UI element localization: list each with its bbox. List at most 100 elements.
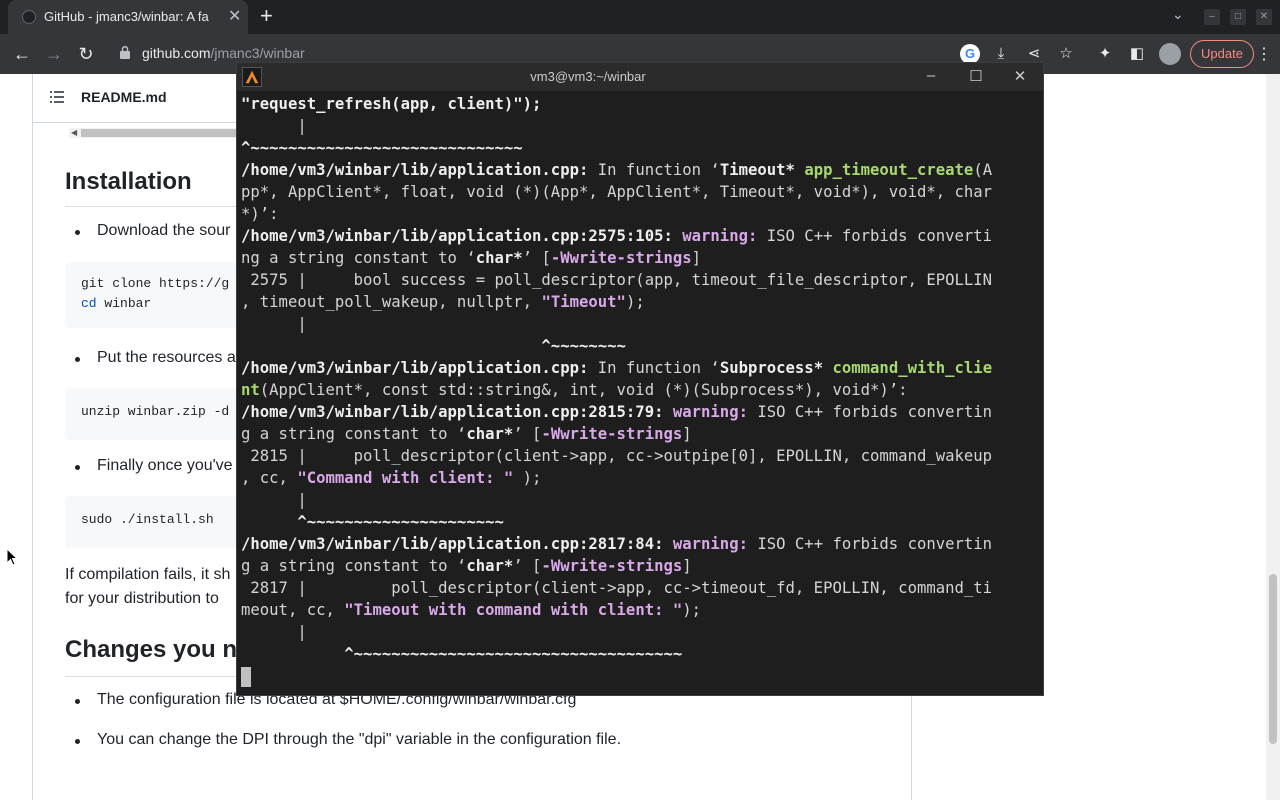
reload-icon[interactable]: ↻ bbox=[74, 42, 98, 66]
code-line: sudo ./install.sh bbox=[81, 512, 214, 527]
terminal-window[interactable]: vm3@vm3:~/winbar – ☐ ✕ "request_refresh(… bbox=[236, 62, 1044, 696]
scroll-left-arrow-icon[interactable]: ◀ bbox=[71, 128, 77, 137]
terminal-line: ^~~~~~~~~~~~~~~~~~~~~~ bbox=[241, 511, 1041, 533]
address-bar[interactable]: github.com/jmanc3/winbar bbox=[142, 45, 305, 61]
terminal-line: "request_refresh(app, client)"); bbox=[241, 93, 1041, 115]
browser-menu-icon[interactable]: ⋮ bbox=[1256, 44, 1272, 64]
term-caret-line: ^~~~~~~~~~~~~~~~~~~~~~~~~~~~~~ bbox=[241, 139, 523, 157]
term-type: char* bbox=[466, 425, 514, 443]
terminal-minimize-button[interactable]: – bbox=[921, 67, 941, 84]
mouse-pointer-icon bbox=[6, 548, 18, 566]
terminal-title: vm3@vm3:~/winbar bbox=[530, 69, 646, 84]
list-item: Finally once you've bbox=[75, 457, 233, 474]
url-host: github.com bbox=[142, 45, 211, 61]
terminal-line: g a string constant to ‘char*’ [-Wwrite-… bbox=[241, 555, 1041, 577]
terminal-line: | bbox=[241, 117, 307, 135]
url-path: /jmanc3/winbar bbox=[210, 45, 305, 61]
term-text: ISO C++ forbids converti bbox=[766, 227, 993, 245]
window-maximize-button[interactable]: □ bbox=[1230, 9, 1246, 25]
term-warning: warning: bbox=[682, 227, 767, 245]
term-path: /home/vm3/winbar/lib/application.cpp:281… bbox=[241, 403, 673, 421]
term-string: "Command with client: " bbox=[297, 469, 514, 487]
changes-heading: Changes you n bbox=[65, 636, 238, 663]
update-button[interactable]: Update bbox=[1190, 40, 1254, 68]
code-line: unzip winbar.zip -d bbox=[81, 404, 230, 419]
term-text: ISO C++ forbids convertin bbox=[757, 535, 993, 553]
term-text: , cc, bbox=[241, 469, 298, 487]
forward-arrow-icon[interactable]: → bbox=[42, 42, 66, 66]
term-text: ’ [ bbox=[513, 425, 542, 443]
term-warning: warning: bbox=[672, 535, 758, 553]
term-function: command_with_clie bbox=[832, 359, 993, 377]
terminal-line: /home/vm3/winbar/lib/application.cpp:281… bbox=[241, 401, 1041, 423]
terminal-line: ng a string constant to ‘char*’ [-Wwrite… bbox=[241, 247, 1041, 269]
code-keyword: cd bbox=[81, 296, 97, 311]
terminal-line: 2575 | bool success = poll_descriptor(ap… bbox=[241, 271, 993, 289]
term-text: ’ [ bbox=[513, 557, 542, 575]
term-text: In function ‘ bbox=[588, 161, 720, 179]
page-vertical-scrollbar[interactable] bbox=[1266, 74, 1280, 800]
list-item: Put the resources a bbox=[75, 349, 236, 366]
browser-tab[interactable]: GitHub - jmanc3/winbar: A fa ✕ bbox=[8, 0, 248, 34]
term-text: g a string constant to ‘ bbox=[241, 557, 467, 575]
browser-tab-bar: GitHub - jmanc3/winbar: A fa ✕ + ⌄ – □ ✕ bbox=[0, 0, 1280, 34]
terminal-line: /home/vm3/winbar/lib/application.cpp: In… bbox=[241, 357, 1041, 379]
terminal-prompt-line bbox=[241, 665, 1041, 687]
term-caret-line: ^~~~~~~~~~~~~~~~~~~~~~ bbox=[241, 513, 504, 531]
terminal-line: | bbox=[241, 315, 307, 333]
term-type: char* bbox=[466, 557, 514, 575]
terminal-line: *)’: bbox=[241, 205, 279, 223]
install-app-icon[interactable]: ⤓ bbox=[991, 44, 1011, 64]
side-panel-icon[interactable]: ◧ bbox=[1127, 44, 1147, 64]
paragraph-line: for your distribution to bbox=[65, 590, 219, 607]
terminal-line: , cc, "Command with client: " ); bbox=[241, 467, 1041, 489]
terminal-line: meout, cc, "Timeout with command with cl… bbox=[241, 599, 1041, 621]
scrollbar-thumb[interactable] bbox=[1269, 574, 1277, 744]
term-text: (A bbox=[973, 161, 993, 179]
list-item: Download the sour bbox=[74, 222, 231, 239]
back-arrow-icon[interactable]: ← bbox=[10, 42, 34, 66]
terminal-line: /home/vm3/winbar/lib/application.cpp:281… bbox=[241, 533, 1041, 555]
term-text: g a string constant to ‘ bbox=[241, 425, 467, 443]
terminal-maximize-button[interactable]: ☐ bbox=[966, 67, 986, 85]
terminal-output[interactable]: "request_refresh(app, client)"); | ^~~~~… bbox=[241, 93, 1041, 687]
term-text: ] bbox=[682, 557, 692, 575]
readme-file-name: README.md bbox=[81, 89, 167, 105]
installation-heading: Installation bbox=[65, 168, 192, 195]
term-text: (AppClient*, const std::string&, int, vo… bbox=[259, 381, 908, 399]
term-caret-line: ^~~~~~~~~ bbox=[241, 337, 626, 355]
terminal-cursor bbox=[241, 666, 251, 687]
lock-icon[interactable] bbox=[120, 46, 130, 59]
term-text: ); bbox=[625, 293, 645, 311]
term-type: char* bbox=[475, 249, 523, 267]
term-text: ng a string constant to ‘ bbox=[241, 249, 476, 267]
terminal-title-bar[interactable]: vm3@vm3:~/winbar – ☐ ✕ bbox=[237, 63, 1043, 91]
terminal-line: 2817 | poll_descriptor(client->app, cc->… bbox=[241, 579, 993, 597]
window-minimize-button[interactable]: – bbox=[1204, 9, 1220, 25]
new-tab-button[interactable]: + bbox=[260, 4, 273, 28]
share-icon[interactable]: ⋖ bbox=[1024, 44, 1044, 64]
tab-close-icon[interactable]: ✕ bbox=[228, 6, 241, 26]
extensions-puzzle-icon[interactable]: ✦ bbox=[1095, 44, 1115, 64]
term-text: ] bbox=[682, 425, 692, 443]
term-path: /home/vm3/winbar/lib/application.cpp:281… bbox=[241, 535, 673, 553]
terminal-close-button[interactable]: ✕ bbox=[1010, 67, 1030, 85]
term-text: ] bbox=[691, 249, 702, 267]
terminal-line: /home/vm3/winbar/lib/application.cpp: In… bbox=[241, 159, 1041, 181]
terminal-line: | bbox=[241, 623, 307, 641]
window-close-button[interactable]: ✕ bbox=[1256, 9, 1272, 25]
term-caret-line: ^~~~~~~~~~~~~~~~~~~~~~~~~~~~~~~~~~~~ bbox=[241, 645, 683, 663]
bookmark-star-icon[interactable]: ☆ bbox=[1056, 44, 1076, 64]
term-string: "request_refresh(app, client)"); bbox=[241, 95, 542, 113]
code-text: winbar bbox=[96, 296, 152, 311]
tab-search-chevron-icon[interactable]: ⌄ bbox=[1172, 6, 1184, 23]
term-text: , timeout_poll_wakeup, nullptr, bbox=[241, 293, 542, 311]
google-lens-icon[interactable]: G bbox=[960, 44, 980, 64]
profile-avatar-icon[interactable] bbox=[1159, 43, 1181, 65]
outline-list-icon[interactable] bbox=[50, 91, 64, 103]
terminal-line: nt(AppClient*, const std::string&, int, … bbox=[241, 379, 1041, 401]
paragraph-line: If compilation fails, it sh bbox=[65, 566, 231, 583]
terminal-line: 2815 | poll_descriptor(client->app, cc->… bbox=[241, 447, 993, 465]
term-text: In function ‘ bbox=[588, 359, 720, 377]
term-type: Timeout* bbox=[719, 161, 805, 179]
